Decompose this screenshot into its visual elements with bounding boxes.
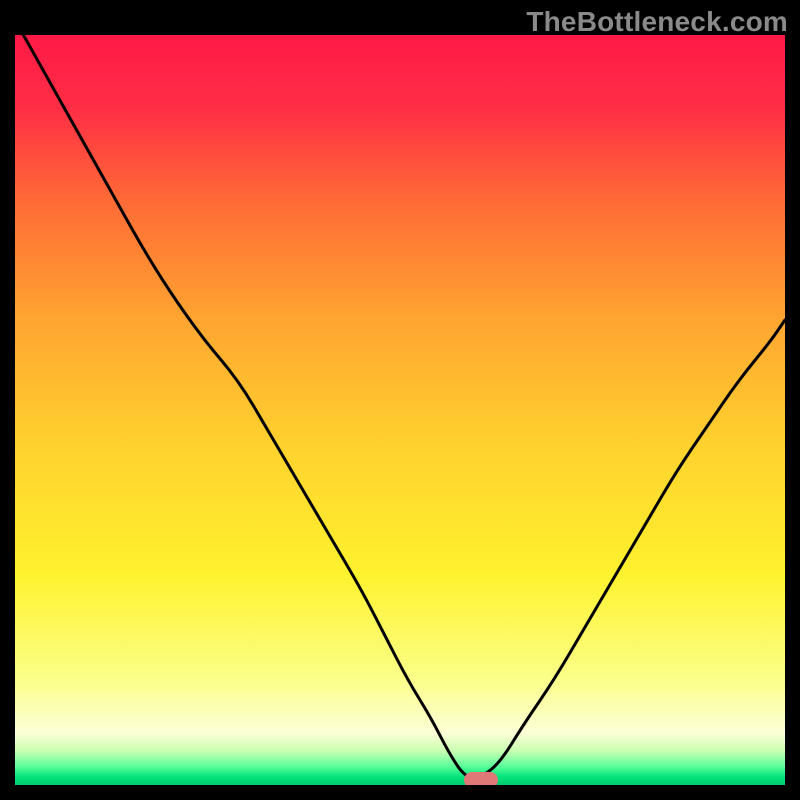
- optimal-marker: [464, 772, 498, 785]
- chart-frame: TheBottleneck.com: [0, 0, 800, 800]
- bottleneck-curve: [15, 35, 785, 785]
- watermark-text: TheBottleneck.com: [526, 6, 788, 38]
- plot-area: [15, 35, 785, 785]
